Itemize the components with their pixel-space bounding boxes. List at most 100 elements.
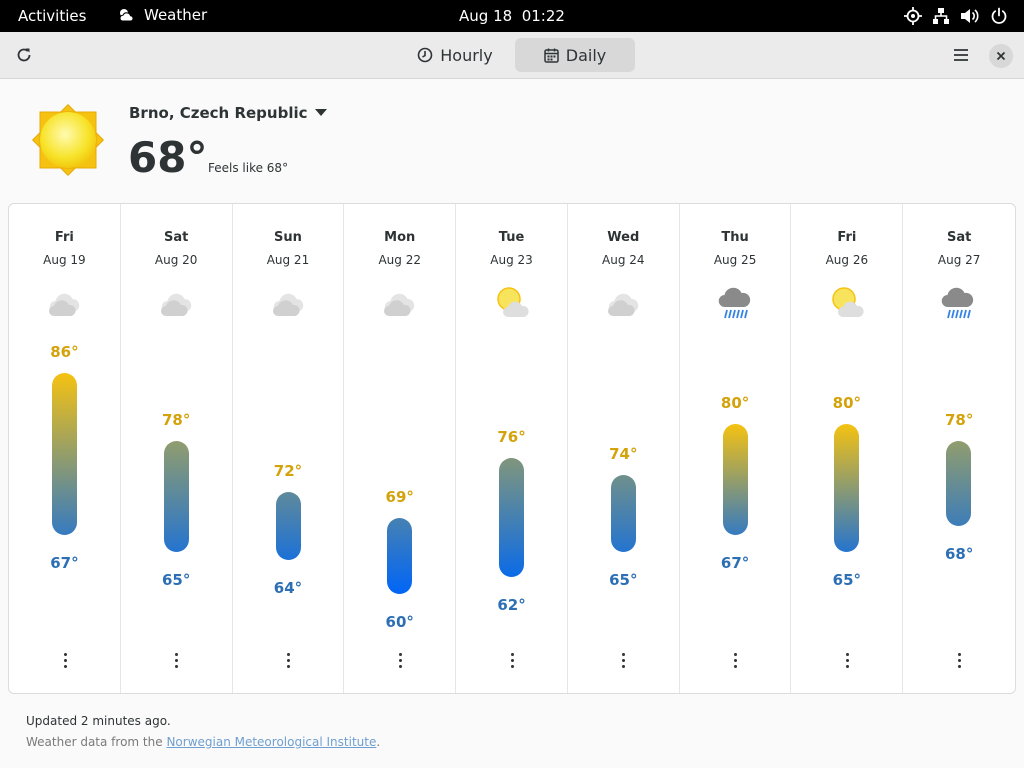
more-options-button[interactable] (949, 650, 969, 670)
tab-hourly-label: Hourly (440, 45, 493, 65)
dot-icon (957, 664, 961, 668)
forecast-low-temp: 68° (944, 545, 974, 563)
dot-icon (734, 658, 738, 662)
more-options-button[interactable] (279, 650, 299, 670)
temperature-range-bar (610, 475, 636, 552)
app-menu-button[interactable]: Weather (118, 6, 207, 24)
volume-icon[interactable] (960, 7, 980, 25)
location-icon[interactable] (904, 7, 922, 25)
forecast-low-temp: 65° (161, 570, 191, 589)
dot-icon (510, 664, 514, 668)
source-suffix: . (376, 735, 381, 749)
forecast-day-name: Sun (274, 230, 302, 245)
forecast-day-name: Sat (946, 230, 972, 245)
forecast-high-temp: 80° (832, 394, 862, 412)
dot-icon (175, 664, 179, 668)
location-name: Brno, Czech Republic (129, 104, 308, 122)
more-options-button[interactable] (614, 650, 634, 670)
forecast-date: Aug 27 (937, 253, 981, 267)
tab-daily[interactable]: Daily (515, 38, 635, 72)
forecast-low-temp: 67° (50, 553, 79, 572)
dot-icon (398, 664, 402, 668)
forecast-low-temp: 65° (832, 570, 862, 589)
temperature-range-bar (163, 441, 189, 552)
refresh-button[interactable] (10, 41, 38, 69)
forecast-day-name: Tue (498, 230, 525, 245)
dot-icon (957, 658, 961, 662)
weather-app-icon (119, 9, 134, 22)
more-options-button[interactable] (726, 650, 746, 670)
feels-like-label: Feels like 68° (208, 161, 289, 175)
activities-button[interactable]: Activities (18, 7, 86, 25)
forecast-day[interactable]: Sun Aug 21 72° 64° (233, 204, 345, 693)
forecast-day[interactable]: Fri Aug 26 80° 65° (791, 204, 904, 693)
more-options-button[interactable] (55, 650, 75, 670)
cloudy-icon (159, 286, 195, 320)
forecast-day[interactable]: Wed Aug 24 74° 65° (568, 204, 680, 693)
forecast-day[interactable]: Thu Aug 25 80° 67° (680, 204, 792, 693)
clock-button[interactable]: Aug 18 01:22 (459, 7, 565, 25)
forecast-high-temp: 69° (385, 487, 414, 506)
clock-icon (417, 47, 433, 63)
temperature-range-bar (834, 424, 860, 552)
forecast-low-temp: 65° (609, 570, 638, 589)
close-window-button[interactable] (989, 44, 1013, 68)
forecast-day[interactable]: Tue Aug 23 76° 62° (456, 204, 568, 693)
forecast-date: Aug 21 (266, 253, 310, 267)
data-source-attribution: Weather data from the Norwegian Meteorol… (26, 735, 380, 749)
forecast-high-temp: 78° (944, 411, 974, 429)
dot-icon (175, 658, 179, 662)
sun-icon (31, 103, 105, 177)
forecast-date: Aug 23 (490, 253, 533, 267)
refresh-icon (17, 48, 31, 62)
dot-icon (287, 652, 291, 656)
dot-icon (398, 652, 402, 656)
forecast-date: Aug 24 (602, 253, 645, 267)
dot-icon (510, 652, 514, 656)
forecast-low-temp: 64° (273, 579, 303, 597)
tab-daily-label: Daily (565, 45, 607, 65)
more-options-button[interactable] (502, 650, 522, 670)
forecast-day[interactable]: Sat Aug 20 78° 65° (121, 204, 233, 693)
dot-icon (845, 652, 849, 656)
forecast-low-temp: 60° (385, 613, 414, 631)
forecast-date: Aug 26 (825, 253, 869, 267)
dropdown-arrow-icon (314, 109, 327, 116)
cloudy-icon (606, 286, 642, 320)
dot-icon (63, 658, 67, 662)
temperature-range-bar (52, 373, 77, 535)
forecast-high-temp: 74° (609, 445, 638, 463)
cloudy-icon (47, 286, 83, 320)
forecast-high-temp: 80° (720, 394, 750, 412)
more-options-button[interactable] (837, 650, 857, 670)
view-switcher: Hourly Daily (395, 38, 635, 72)
calendar-icon (544, 48, 559, 63)
forecast-day-name: Wed (607, 230, 640, 245)
power-icon[interactable] (990, 7, 1008, 25)
dot-icon (287, 664, 291, 668)
more-options-button[interactable] (167, 650, 187, 670)
source-link[interactable]: Norwegian Meteorological Institute (166, 735, 376, 749)
source-prefix: Weather data from the (26, 735, 167, 749)
forecast-day[interactable]: Sat Aug 27 78° 68° (903, 204, 1015, 693)
rain-icon (941, 286, 977, 320)
forecast-high-temp: 86° (50, 343, 79, 361)
forecast-high-temp: 76° (497, 428, 526, 446)
network-wired-icon[interactable] (932, 7, 950, 25)
system-tray[interactable] (904, 7, 1008, 25)
forecast-day[interactable]: Mon Aug 22 69° 60° (344, 204, 457, 693)
forecast-day-name: Fri (54, 230, 74, 245)
dot-icon (845, 664, 849, 668)
forecast-day-name: Fri (837, 230, 857, 245)
tab-hourly[interactable]: Hourly (395, 38, 515, 72)
dot-icon (734, 664, 738, 668)
location-selector[interactable]: Brno, Czech Republic (129, 104, 327, 122)
temperature-range-bar (946, 441, 972, 526)
rain-icon (718, 286, 754, 320)
main-menu-button[interactable] (947, 41, 975, 69)
current-temperature: 68° (128, 133, 208, 182)
dot-icon (734, 652, 738, 656)
forecast-day[interactable]: Fri Aug 19 86° 67° (9, 204, 121, 693)
temperature-range-bar (275, 492, 301, 560)
more-options-button[interactable] (390, 650, 410, 670)
